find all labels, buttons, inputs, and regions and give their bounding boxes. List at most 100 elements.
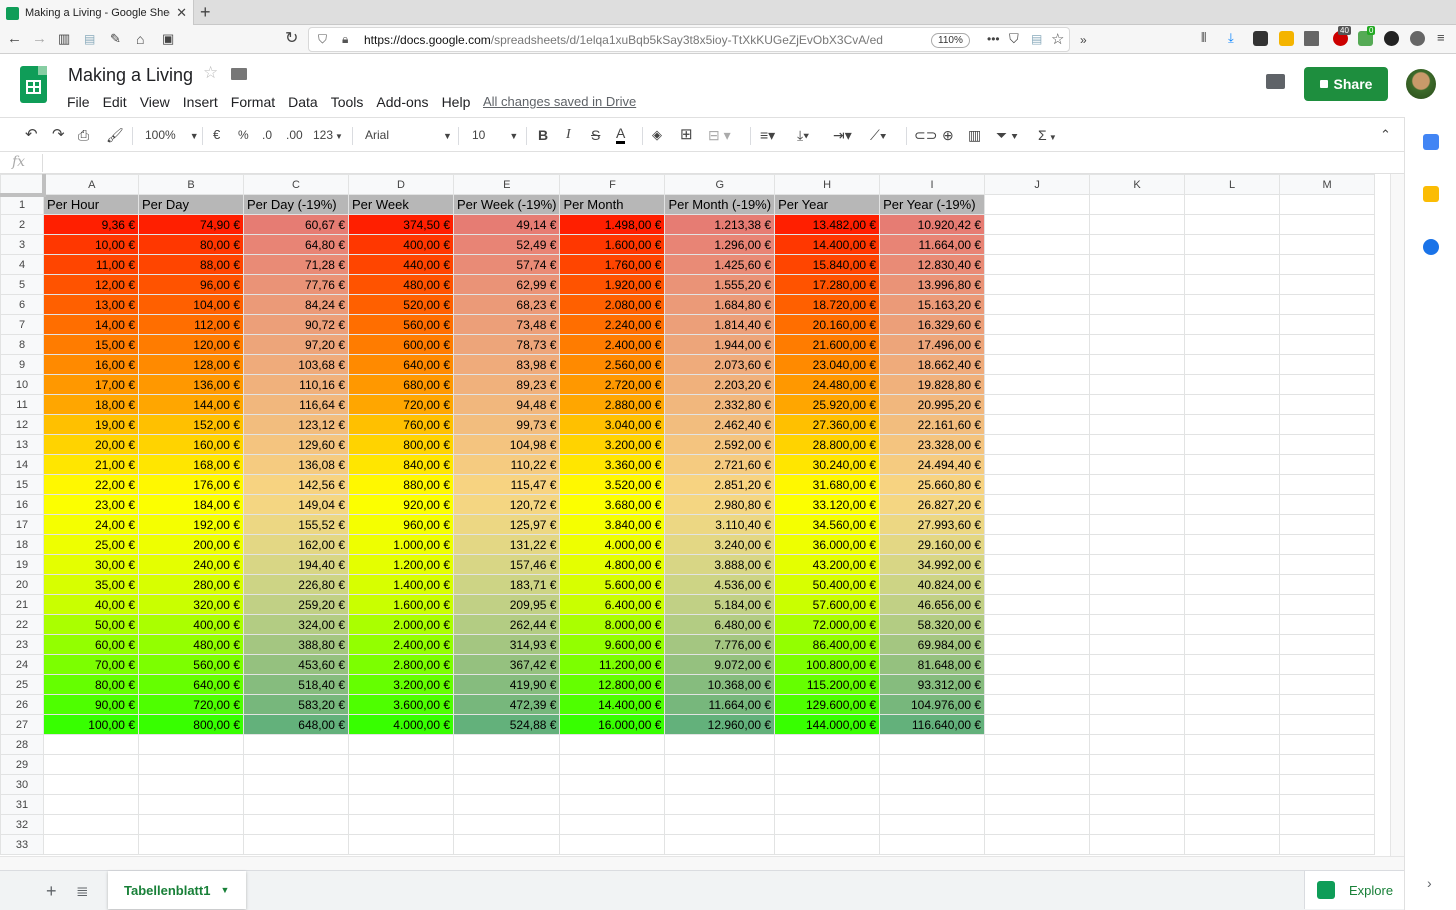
wrench-icon[interactable]: ✎ (110, 30, 121, 48)
cell[interactable] (348, 754, 454, 775)
cell[interactable]: 12.800,00 € (559, 674, 666, 695)
library-icon[interactable]: ⫴ (1201, 30, 1206, 46)
cell[interactable]: 176,00 € (138, 474, 244, 495)
cell[interactable]: 110,22 € (452, 454, 561, 475)
cell[interactable]: 81.648,00 € (879, 654, 986, 675)
cell[interactable]: 2.073,60 € (664, 354, 776, 375)
row-header[interactable]: 29 (0, 754, 44, 775)
cell[interactable]: 3.520,00 € (559, 474, 666, 495)
all-sheets-icon[interactable]: ≣ (76, 882, 89, 900)
cell[interactable] (43, 754, 139, 775)
cell[interactable]: 90,00 € (43, 694, 139, 715)
row-header[interactable]: 16 (0, 494, 44, 515)
cell[interactable]: 12.830,40 € (879, 254, 986, 275)
cell[interactable]: 11,00 € (43, 254, 139, 275)
row-header[interactable]: 11 (0, 394, 44, 415)
cell[interactable] (1279, 474, 1376, 495)
cell[interactable]: 3.840,00 € (559, 514, 666, 535)
cell[interactable]: 84,24 € (243, 294, 349, 315)
cell[interactable]: 17.280,00 € (774, 274, 881, 295)
add-sheet-button[interactable]: + (46, 881, 57, 902)
cell[interactable] (664, 814, 776, 835)
row-header[interactable]: 3 (0, 234, 44, 255)
cell[interactable] (1089, 814, 1186, 835)
cell[interactable]: 57,74 € (452, 254, 561, 275)
cell[interactable]: 1.684,80 € (664, 294, 776, 315)
cell[interactable] (1184, 314, 1281, 335)
cell[interactable]: Per Week (-19%) (452, 194, 561, 215)
expand-side-panel-icon[interactable]: › (1427, 875, 1432, 891)
cell[interactable]: 194,40 € (243, 554, 349, 575)
increase-decimal-button[interactable]: .00 (286, 126, 303, 144)
cell[interactable] (1184, 814, 1281, 835)
cell[interactable] (664, 754, 776, 775)
cell[interactable]: 123,12 € (243, 414, 349, 435)
cell[interactable] (1089, 714, 1186, 735)
cell[interactable] (1279, 234, 1376, 255)
cell[interactable]: 12,00 € (43, 274, 139, 295)
cell[interactable]: 2.332,80 € (664, 394, 776, 415)
sheets-logo-icon[interactable] (20, 66, 47, 103)
row-header[interactable]: 27 (0, 714, 44, 735)
cell[interactable] (1184, 794, 1281, 815)
cell[interactable] (1279, 334, 1376, 355)
redo-icon[interactable]: ↷ (52, 126, 65, 144)
cell[interactable] (452, 754, 561, 775)
cell[interactable]: 640,00 € (138, 674, 244, 695)
cell[interactable]: 129.600,00 € (774, 694, 881, 715)
cell[interactable] (1184, 414, 1281, 435)
cell[interactable] (1184, 194, 1281, 215)
cell[interactable] (1184, 754, 1281, 775)
cell[interactable]: 52,49 € (452, 234, 561, 255)
menu-file[interactable]: File (67, 94, 90, 110)
cell[interactable] (348, 734, 454, 755)
column-header-h[interactable]: H (774, 174, 881, 195)
cell[interactable]: 34.560,00 € (774, 514, 881, 535)
cell[interactable]: 40,00 € (43, 594, 139, 615)
cell[interactable]: 46.656,00 € (879, 594, 986, 615)
cell[interactable] (1279, 434, 1376, 455)
cell[interactable] (1184, 554, 1281, 575)
cell[interactable]: 183,71 € (452, 574, 561, 595)
cell[interactable]: 2.980,80 € (664, 494, 776, 515)
cell[interactable] (984, 674, 1091, 695)
cell[interactable] (984, 474, 1091, 495)
cell[interactable]: 24,00 € (43, 514, 139, 535)
comment-icon[interactable] (1266, 74, 1285, 89)
cell[interactable] (664, 834, 776, 855)
cell[interactable]: 86.400,00 € (774, 634, 881, 655)
cell[interactable]: 152,00 € (138, 414, 244, 435)
cell[interactable]: 70,00 € (43, 654, 139, 675)
cell[interactable] (452, 734, 561, 755)
cell[interactable] (1184, 234, 1281, 255)
cell[interactable]: 31.680,00 € (774, 474, 881, 495)
cell[interactable]: 720,00 € (348, 394, 454, 415)
cell[interactable] (984, 634, 1091, 655)
cell[interactable] (984, 654, 1091, 675)
calendar-icon[interactable] (1423, 134, 1439, 150)
font-select[interactable]: Arial ▼ (365, 126, 452, 145)
home-icon[interactable]: ⌂ (136, 30, 144, 48)
row-header[interactable]: 4 (0, 254, 44, 275)
cell[interactable]: 149,04 € (243, 494, 349, 515)
cell[interactable]: 120,72 € (452, 494, 561, 515)
cell[interactable]: 50,00 € (43, 614, 139, 635)
row-header[interactable]: 30 (0, 774, 44, 795)
cell[interactable]: 324,00 € (243, 614, 349, 635)
cell[interactable]: 71,28 € (243, 254, 349, 275)
cell[interactable]: 3.040,00 € (559, 414, 666, 435)
cell[interactable]: 14.400,00 € (774, 234, 881, 255)
cell[interactable]: 73,48 € (452, 314, 561, 335)
cell[interactable] (1089, 454, 1186, 475)
text-color-button[interactable]: A (616, 126, 626, 144)
row-header[interactable]: 19 (0, 554, 44, 575)
cell[interactable] (1279, 814, 1376, 835)
cell[interactable]: 34.992,00 € (879, 554, 986, 575)
cell[interactable] (1279, 674, 1376, 695)
cell[interactable]: 104,00 € (138, 294, 244, 315)
cell[interactable]: 29.160,00 € (879, 534, 986, 555)
cell[interactable] (984, 534, 1091, 555)
cell[interactable]: 17.496,00 € (879, 334, 986, 355)
cell[interactable] (1089, 274, 1186, 295)
row-header[interactable]: 8 (0, 334, 44, 355)
